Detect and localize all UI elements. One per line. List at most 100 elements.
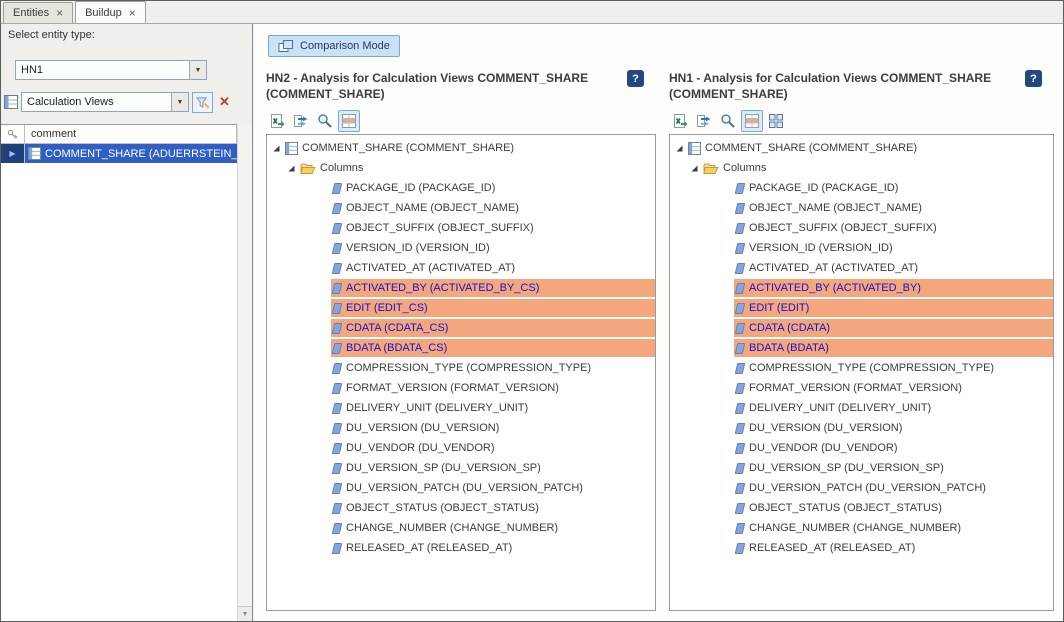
tree-node-column[interactable]: DELIVERY_UNIT (DELIVERY_UNIT) <box>267 398 655 418</box>
tree-node-label: RELEASED_AT (RELEASED_AT) <box>346 542 512 554</box>
column-icon <box>332 483 343 494</box>
tree-node-column[interactable]: OBJECT_STATUS (OBJECT_STATUS) <box>670 498 1053 518</box>
transfer-button[interactable] <box>693 110 715 132</box>
column-icon <box>735 503 746 514</box>
column-icon <box>735 483 746 494</box>
tree-node-label: DU_VENDOR (DU_VENDOR) <box>749 442 898 454</box>
tree-node-column[interactable]: PACKAGE_ID (PACKAGE_ID) <box>670 178 1053 198</box>
filter-button[interactable] <box>192 92 213 113</box>
tree-node-columns[interactable]: Columns <box>267 158 655 178</box>
tree-node-root[interactable]: COMMENT_SHARE (COMMENT_SHARE) <box>670 138 1053 158</box>
grid-row-label: COMMENT_SHARE (ADUERRSTEIN_T <box>45 148 237 160</box>
tree-node-column[interactable]: OBJECT_STATUS (OBJECT_STATUS) <box>267 498 655 518</box>
panel-hn1: HN1 - Analysis for Calculation Views COM… <box>669 24 1054 621</box>
tree-node-column[interactable]: DU_VERSION_PATCH (DU_VERSION_PATCH) <box>267 478 655 498</box>
highlight-differences-button[interactable] <box>741 110 763 132</box>
tree-node-column[interactable]: CDATA (CDATA) <box>670 318 1053 338</box>
tree-node-label: VERSION_ID (VERSION_ID) <box>749 242 893 254</box>
tree-node-column[interactable]: CHANGE_NUMBER (CHANGE_NUMBER) <box>267 518 655 538</box>
tree-node-column[interactable]: RELEASED_AT (RELEASED_AT) <box>267 538 655 558</box>
panel-hn2: HN2 - Analysis for Calculation Views COM… <box>266 24 656 621</box>
tree-node-column[interactable]: DU_VERSION_PATCH (DU_VERSION_PATCH) <box>670 478 1053 498</box>
tree-node-column[interactable]: DU_VERSION_SP (DU_VERSION_SP) <box>267 458 655 478</box>
view-type-select[interactable]: Calculation Views ▼ <box>21 92 189 112</box>
tree-node-column[interactable]: ACTIVATED_AT (ACTIVATED_AT) <box>267 258 655 278</box>
grid-view-button[interactable] <box>765 110 787 132</box>
tree-node-label: DU_VERSION_PATCH (DU_VERSION_PATCH) <box>346 482 583 494</box>
tree-node-column[interactable]: DU_VERSION (DU_VERSION) <box>670 418 1053 438</box>
tree-node-column[interactable]: DU_VENDOR (DU_VENDOR) <box>267 438 655 458</box>
tree-node-label: ACTIVATED_BY (ACTIVATED_BY_CS) <box>346 282 539 294</box>
zoom-button[interactable] <box>717 110 739 132</box>
tree-node-column[interactable]: EDIT (EDIT) <box>670 298 1053 318</box>
column-icon <box>735 183 746 194</box>
expand-triangle-icon[interactable] <box>675 144 684 153</box>
tree-node-column[interactable]: COMPRESSION_TYPE (COMPRESSION_TYPE) <box>670 358 1053 378</box>
column-icon <box>332 223 343 234</box>
entity-type-select[interactable]: HN1 ▼ <box>15 60 207 80</box>
tree-node-column[interactable]: OBJECT_NAME (OBJECT_NAME) <box>670 198 1053 218</box>
tree-node-column[interactable]: CHANGE_NUMBER (CHANGE_NUMBER) <box>670 518 1053 538</box>
chevron-down-icon[interactable]: ▼ <box>189 61 206 79</box>
expand-triangle-icon[interactable] <box>272 144 281 153</box>
key-icon <box>1 125 25 143</box>
export-excel-button[interactable] <box>669 110 691 132</box>
tree-node-column[interactable]: BDATA (BDATA_CS) <box>267 338 655 358</box>
close-icon[interactable]: × <box>56 8 63 18</box>
tree-node-column[interactable]: EDIT (EDIT_CS) <box>267 298 655 318</box>
tree-node-column[interactable]: OBJECT_NAME (OBJECT_NAME) <box>267 198 655 218</box>
tree-node-column[interactable]: DU_VERSION_SP (DU_VERSION_SP) <box>670 458 1053 478</box>
scroll-down-icon[interactable]: ▼ <box>238 606 252 621</box>
tree-node-column[interactable]: DU_VERSION (DU_VERSION) <box>267 418 655 438</box>
tree-node-column[interactable]: COMPRESSION_TYPE (COMPRESSION_TYPE) <box>267 358 655 378</box>
column-icon <box>735 223 746 234</box>
tree-node-column[interactable]: RELEASED_AT (RELEASED_AT) <box>670 538 1053 558</box>
expand-triangle-icon[interactable] <box>287 164 296 173</box>
tab-entities[interactable]: Entities × <box>3 2 73 23</box>
tree-node-column[interactable]: OBJECT_SUFFIX (OBJECT_SUFFIX) <box>670 218 1053 238</box>
tab-buildup[interactable]: Buildup × <box>75 1 146 23</box>
tree-node-label: OBJECT_STATUS (OBJECT_STATUS) <box>749 502 942 514</box>
column-icon <box>735 283 746 294</box>
folder-icon <box>703 162 719 175</box>
help-icon[interactable]: ? <box>627 70 644 87</box>
column-header-comment[interactable]: comment <box>25 125 237 143</box>
close-icon[interactable]: × <box>129 8 136 18</box>
column-icon <box>332 363 343 374</box>
tab-entities-label: Entities <box>13 7 49 19</box>
tree-node-column[interactable]: VERSION_ID (VERSION_ID) <box>670 238 1053 258</box>
tree-node-label: FORMAT_VERSION (FORMAT_VERSION) <box>749 382 962 394</box>
tree-node-column[interactable]: ACTIVATED_BY (ACTIVATED_BY_CS) <box>267 278 655 298</box>
clear-filter-icon[interactable]: ✕ <box>219 94 230 110</box>
tree-node-label: BDATA (BDATA_CS) <box>346 342 447 354</box>
chevron-down-icon[interactable]: ▼ <box>171 93 188 111</box>
tree-node-label: COMMENT_SHARE (COMMENT_SHARE) <box>302 142 514 154</box>
highlight-differences-button[interactable] <box>338 110 360 132</box>
zoom-button[interactable] <box>314 110 336 132</box>
tree-node-column[interactable]: FORMAT_VERSION (FORMAT_VERSION) <box>670 378 1053 398</box>
tree-node-label: DU_VERSION (DU_VERSION) <box>749 422 902 434</box>
tree-node-label: OBJECT_STATUS (OBJECT_STATUS) <box>346 502 539 514</box>
transfer-button[interactable] <box>290 110 312 132</box>
tree-node-label: DELIVERY_UNIT (DELIVERY_UNIT) <box>749 402 931 414</box>
tree-node-column[interactable]: OBJECT_SUFFIX (OBJECT_SUFFIX) <box>267 218 655 238</box>
tree-node-column[interactable]: FORMAT_VERSION (FORMAT_VERSION) <box>267 378 655 398</box>
help-icon[interactable]: ? <box>1025 70 1042 87</box>
tree-node-columns[interactable]: Columns <box>670 158 1053 178</box>
grid-row-comment-share[interactable]: ▶ COMMENT_SHARE (ADUERRSTEIN_T <box>1 144 237 163</box>
tree-node-column[interactable]: VERSION_ID (VERSION_ID) <box>267 238 655 258</box>
export-excel-button[interactable] <box>266 110 288 132</box>
tree-node-label: DU_VERSION (DU_VERSION) <box>346 422 499 434</box>
tree-node-column[interactable]: DELIVERY_UNIT (DELIVERY_UNIT) <box>670 398 1053 418</box>
tree-node-column[interactable]: CDATA (CDATA_CS) <box>267 318 655 338</box>
column-icon <box>332 183 343 194</box>
sidebar-scrollbar[interactable]: ▼ <box>237 124 252 621</box>
tree-node-column[interactable]: ACTIVATED_BY (ACTIVATED_BY) <box>670 278 1053 298</box>
tree-node-column[interactable]: PACKAGE_ID (PACKAGE_ID) <box>267 178 655 198</box>
panel-hn2-title: HN2 - Analysis for Calculation Views COM… <box>266 70 626 102</box>
expand-triangle-icon[interactable] <box>690 164 699 173</box>
tree-node-root[interactable]: COMMENT_SHARE (COMMENT_SHARE) <box>267 138 655 158</box>
tree-node-column[interactable]: BDATA (BDATA) <box>670 338 1053 358</box>
tree-node-column[interactable]: ACTIVATED_AT (ACTIVATED_AT) <box>670 258 1053 278</box>
tree-node-column[interactable]: DU_VENDOR (DU_VENDOR) <box>670 438 1053 458</box>
